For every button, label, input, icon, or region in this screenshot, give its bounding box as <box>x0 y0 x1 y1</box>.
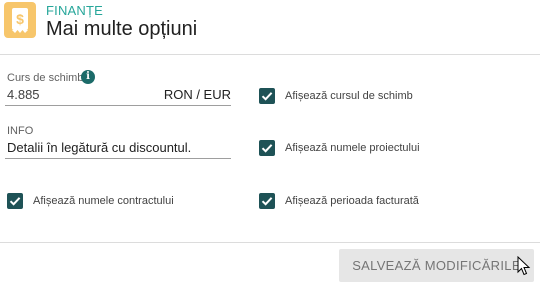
section-label: FINANȚE <box>46 3 104 18</box>
save-changes-button[interactable]: SALVEAZĂ MODIFICĂRILE <box>339 249 534 282</box>
checkbox-label: Afișează numele proiectului <box>285 142 420 154</box>
dollar-receipt-icon: $ <box>4 2 36 38</box>
page-title: Mai multe opțiuni <box>46 18 198 40</box>
exchange-rate-field[interactable]: 4.885 RON / EUR <box>5 84 231 106</box>
checkbox-show-exchange-rate[interactable]: Afișează cursul de schimb <box>259 86 413 106</box>
checkbox-label: Afișează perioada facturată <box>285 195 419 207</box>
checkbox-label: Afișează cursul de schimb <box>285 90 413 102</box>
exchange-rate-value: 4.885 <box>7 87 40 102</box>
mouse-cursor-icon <box>517 256 531 276</box>
info-field[interactable]: Detalii în legătură cu discountul. <box>5 137 231 159</box>
header-divider <box>0 54 540 55</box>
checkbox-show-contract-name[interactable]: Afișează numele contractului <box>7 191 174 211</box>
exchange-rate-label: Curs de schimb <box>7 72 84 84</box>
checkbox-label: Afișează numele contractului <box>33 195 174 207</box>
checkbox-icon[interactable] <box>259 88 275 104</box>
checkbox-icon[interactable] <box>7 193 23 209</box>
info-icon[interactable]: i <box>81 70 95 84</box>
checkbox-icon[interactable] <box>259 193 275 209</box>
info-label: INFO <box>7 125 34 137</box>
footer-divider <box>0 242 540 243</box>
checkbox-icon[interactable] <box>259 140 275 156</box>
info-value: Detalii în legătură cu discountul. <box>7 140 192 155</box>
checkbox-show-project-name[interactable]: Afișează numele proiectului <box>259 138 420 158</box>
header: $ FINANȚE Mai multe opțiuni <box>0 0 540 54</box>
svg-text:$: $ <box>16 11 24 27</box>
currency-pair: RON / EUR <box>163 87 231 102</box>
checkbox-show-billed-period[interactable]: Afișează perioada facturată <box>259 191 419 211</box>
